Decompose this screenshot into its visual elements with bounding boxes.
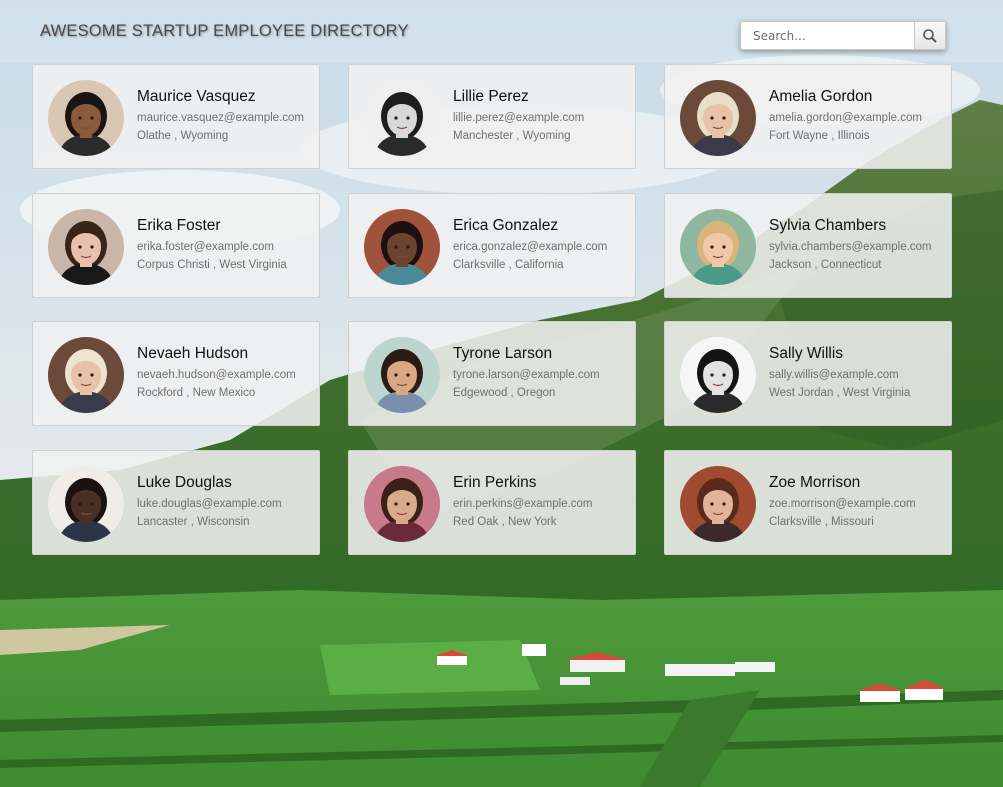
employee-location: Clarksville , Missouri xyxy=(769,516,874,528)
avatar xyxy=(364,80,440,156)
avatar xyxy=(364,209,440,285)
employee-name: Erin Perkins xyxy=(453,474,537,491)
employee-grid: Maurice Vasquez maurice.vasquez@example.… xyxy=(32,64,952,559)
employee-email: maurice.vasquez@example.com xyxy=(137,112,304,124)
avatar xyxy=(48,466,124,542)
avatar xyxy=(364,337,440,413)
portrait-image xyxy=(48,337,124,413)
employee-email: zoe.morrison@example.com xyxy=(769,498,916,510)
portrait-image xyxy=(364,466,440,542)
employee-name: Luke Douglas xyxy=(137,474,232,491)
employee-card[interactable]: Erika Foster erika.foster@example.com Co… xyxy=(32,193,320,298)
employee-name: Zoe Morrison xyxy=(769,474,861,491)
employee-location: Corpus Christi , West Virginia xyxy=(137,259,287,271)
employee-email: sally.willis@example.com xyxy=(769,369,899,381)
employee-email: luke.douglas@example.com xyxy=(137,498,282,510)
employee-email: amelia.gordon@example.com xyxy=(769,112,922,124)
employee-email: erica.gonzalez@example.com xyxy=(453,241,608,253)
employee-location: Olathe , Wyoming xyxy=(137,130,229,142)
portrait-image xyxy=(48,209,124,285)
avatar xyxy=(680,209,756,285)
avatar xyxy=(680,337,756,413)
employee-email: lillie.perez@example.com xyxy=(453,112,585,124)
employee-name: Nevaeh Hudson xyxy=(137,345,249,362)
employee-card[interactable]: Sally Willis sally.willis@example.com We… xyxy=(664,321,952,426)
avatar xyxy=(680,466,756,542)
portrait-image xyxy=(364,337,440,413)
employee-name: Sally Willis xyxy=(769,345,844,362)
portrait-image xyxy=(48,466,124,542)
search-bar xyxy=(740,21,946,50)
search-button[interactable] xyxy=(914,21,946,50)
employee-email: sylvia.chambers@example.com xyxy=(769,241,932,253)
employee-email: tyrone.larson@example.com xyxy=(453,369,600,381)
employee-card[interactable]: Amelia Gordon amelia.gordon@example.com … xyxy=(664,64,952,169)
employee-card[interactable]: Luke Douglas luke.douglas@example.com La… xyxy=(32,450,320,555)
employee-name: Amelia Gordon xyxy=(769,88,873,105)
employee-location: Red Oak , New York xyxy=(453,516,557,528)
employee-name: Maurice Vasquez xyxy=(137,88,256,105)
employee-location: West Jordan , West Virginia xyxy=(769,387,911,399)
employee-location: Jackson , Connecticut xyxy=(769,259,882,271)
page-title: AWESOME STARTUP EMPLOYEE DIRECTORY xyxy=(40,22,409,40)
portrait-image xyxy=(680,80,756,156)
avatar xyxy=(48,209,124,285)
employee-location: Lancaster , Wisconsin xyxy=(137,516,250,528)
employee-email: nevaeh.hudson@example.com xyxy=(137,369,296,381)
avatar xyxy=(364,466,440,542)
avatar xyxy=(48,337,124,413)
employee-location: Manchester , Wyoming xyxy=(453,130,571,142)
portrait-image xyxy=(680,466,756,542)
portrait-image xyxy=(48,80,124,156)
employee-card[interactable]: Maurice Vasquez maurice.vasquez@example.… xyxy=(32,64,320,169)
employee-email: erika.foster@example.com xyxy=(137,241,274,253)
employee-location: Fort Wayne , Illinois xyxy=(769,130,870,142)
avatar xyxy=(680,80,756,156)
employee-name: Sylvia Chambers xyxy=(769,217,887,234)
employee-card[interactable]: Lillie Perez lillie.perez@example.com Ma… xyxy=(348,64,636,169)
portrait-image xyxy=(680,209,756,285)
avatar xyxy=(48,80,124,156)
employee-card[interactable]: Erin Perkins erin.perkins@example.com Re… xyxy=(348,450,636,555)
employee-name: Erica Gonzalez xyxy=(453,217,559,234)
page-header: AWESOME STARTUP EMPLOYEE DIRECTORY xyxy=(0,0,1003,62)
employee-name: Lillie Perez xyxy=(453,88,529,105)
employee-name: Erika Foster xyxy=(137,217,221,234)
magnifier-icon xyxy=(923,28,937,43)
employee-location: Rockford , New Mexico xyxy=(137,387,256,399)
portrait-image xyxy=(364,209,440,285)
employee-card[interactable]: Sylvia Chambers sylvia.chambers@example.… xyxy=(664,193,952,298)
employee-card[interactable]: Tyrone Larson tyrone.larson@example.com … xyxy=(348,321,636,426)
employee-card[interactable]: Erica Gonzalez erica.gonzalez@example.co… xyxy=(348,193,636,298)
employee-location: Edgewood , Oregon xyxy=(453,387,556,399)
search-input[interactable] xyxy=(740,21,914,50)
employee-card[interactable]: Zoe Morrison zoe.morrison@example.com Cl… xyxy=(664,450,952,555)
employee-email: erin.perkins@example.com xyxy=(453,498,593,510)
portrait-image xyxy=(364,80,440,156)
portrait-image xyxy=(680,337,756,413)
employee-location: Clarksville , California xyxy=(453,259,564,271)
employee-card[interactable]: Nevaeh Hudson nevaeh.hudson@example.com … xyxy=(32,321,320,426)
employee-name: Tyrone Larson xyxy=(453,345,553,362)
